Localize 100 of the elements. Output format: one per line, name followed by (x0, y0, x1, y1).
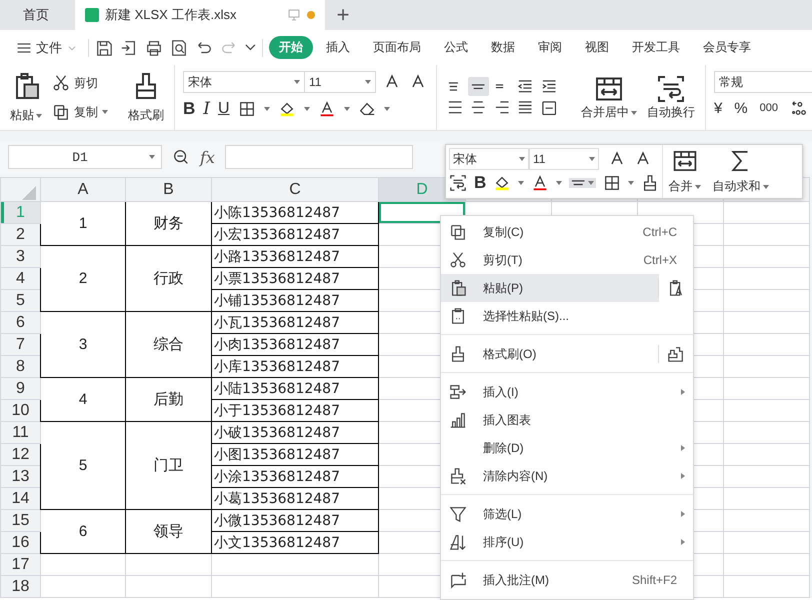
bold-button[interactable]: B (183, 99, 196, 119)
column-header[interactable]: A (78, 180, 88, 198)
align-button[interactable] (468, 77, 489, 96)
dropdown-arrow-icon (149, 155, 155, 159)
table-cell: 4 (40, 378, 126, 422)
active-cell[interactable] (378, 202, 466, 224)
number-format-field[interactable]: 常规 (714, 71, 812, 93)
eraser-icon (358, 100, 376, 118)
align-icon (518, 80, 533, 93)
font-field[interactable]: 宋体 (449, 148, 529, 170)
dropdown-arrow-icon (519, 157, 525, 161)
row-header[interactable]: 5 (0, 290, 40, 312)
align-icon (448, 82, 459, 91)
wrap-text-button[interactable]: 自动换行 (644, 72, 697, 123)
row-header[interactable]: 4 (0, 268, 40, 290)
currency-button[interactable]: ¥ (714, 100, 722, 116)
ribbon-tab[interactable]: 审阅 (528, 36, 572, 59)
row-header[interactable]: 10 (0, 400, 40, 422)
row-header[interactable]: 3 (0, 246, 40, 268)
menu-item[interactable]: 格式刷(O) (441, 340, 693, 368)
bold-button[interactable]: B (474, 173, 486, 193)
table-cell: 小陈13536812487 (212, 202, 378, 224)
row-header[interactable]: 2 (0, 224, 40, 246)
ribbon-tab[interactable]: 会员专享 (692, 36, 761, 59)
dropdown-arrow-icon (264, 107, 270, 111)
dropdown-arrow-icon (36, 114, 42, 118)
table-cell: 小葛13536812487 (212, 488, 378, 510)
row-header[interactable]: 6 (0, 312, 40, 334)
table-cell: 行政 (126, 246, 212, 312)
menu-item[interactable]: 粘贴(P) (441, 274, 659, 302)
font-size-field[interactable]: 11 (304, 71, 376, 93)
dropdown-arrow-icon (344, 107, 350, 111)
row-header[interactable]: 12 (0, 444, 40, 466)
formula-field[interactable] (224, 145, 413, 169)
ribbon-tab[interactable]: 开发工具 (622, 36, 690, 59)
table-cell: 综合 (126, 312, 212, 378)
ribbon-tab[interactable]: 页面布局 (362, 36, 431, 59)
column-header[interactable]: B (163, 180, 174, 198)
ribbon-tab[interactable]: 数据 (480, 36, 525, 59)
row-header[interactable]: 11 (0, 422, 40, 444)
row-header[interactable]: 15 (0, 510, 40, 532)
bar-chart-icon (449, 411, 467, 429)
menu-item[interactable]: 插入批注(M) Shift+F2 (441, 566, 693, 594)
format-painter-button[interactable]: 格式刷 (126, 69, 166, 126)
row-header[interactable]: 17 (0, 554, 40, 576)
italic-button[interactable]: I (203, 99, 210, 119)
wrap-text-icon (656, 74, 686, 104)
autosum-button[interactable]: 自动求和 (706, 145, 775, 198)
merge-button[interactable]: 合并 (662, 145, 707, 198)
menu-item[interactable]: 删除(D) (441, 434, 693, 462)
cut-icon (52, 74, 70, 92)
menu-item[interactable]: 插入图表 (441, 406, 693, 434)
table-cell: 小于13536812487 (212, 400, 378, 422)
document-tab[interactable]: 新建 XLSX 工作表.xlsx (75, 0, 325, 30)
filter-icon (449, 505, 467, 523)
font-color-icon (318, 100, 336, 118)
new-tab-button[interactable]: + (325, 0, 361, 30)
dropdown-arrow-icon (589, 157, 595, 161)
row-header[interactable]: 8 (0, 356, 40, 378)
row-header[interactable]: 14 (0, 488, 40, 510)
menu-item[interactable]: 清除内容(N) (441, 462, 693, 490)
ribbon-tab[interactable]: 插入 (316, 36, 360, 59)
row-header[interactable]: 7 (0, 334, 40, 356)
align-button[interactable] (569, 178, 596, 188)
dropdown-arrow-icon (304, 107, 310, 111)
paste-button[interactable]: 粘贴 (8, 69, 44, 126)
function-label[interactable]: fx (200, 148, 215, 166)
menu-item[interactable]: 选择性粘贴(S)... (441, 302, 693, 330)
column-header[interactable]: C (289, 180, 301, 198)
dropdown-arrow-icon (694, 184, 701, 188)
row-header[interactable]: 16 (0, 532, 40, 554)
menu-item[interactable]: 筛选(L) (441, 500, 693, 528)
wrap-text-icon (449, 174, 467, 192)
thousands-button[interactable]: 000 (760, 102, 778, 114)
underline-button[interactable]: U (218, 100, 230, 118)
name-box[interactable]: D1 (8, 145, 162, 169)
menu-item[interactable]: 排序(U) (441, 528, 693, 556)
ribbon-tab[interactable]: 视图 (574, 36, 619, 59)
dropdown-arrow-icon (762, 184, 769, 188)
font-field[interactable]: 宋体 (183, 71, 305, 93)
merge-center-button[interactable]: 合并居中 (578, 72, 639, 123)
menu-item[interactable]: 插入(I) (441, 378, 693, 406)
menu-item[interactable]: 复制(C) Ctrl+C (441, 218, 693, 246)
row-header[interactable]: 13 (0, 466, 40, 488)
copy-button[interactable]: 复制 (50, 102, 110, 122)
border-icon (602, 174, 621, 192)
unsaved-dot-icon (307, 11, 315, 19)
table-cell: 小铺13536812487 (212, 290, 378, 312)
file-menu[interactable]: 文件 (12, 36, 82, 58)
table-cell: 3 (40, 312, 126, 378)
row-header[interactable]: 9 (0, 378, 40, 400)
export-icon (120, 38, 138, 56)
menu-item[interactable]: 剪切(T) Ctrl+X (441, 246, 693, 274)
ribbon-tab[interactable]: 公式 (434, 36, 478, 59)
dropdown-arrow-icon (294, 80, 300, 84)
percent-button[interactable]: % (734, 100, 748, 116)
table-cell: 小破13536812487 (212, 422, 378, 444)
row-header[interactable]: 18 (0, 576, 40, 598)
font-size-field[interactable]: 11 (529, 148, 599, 170)
cut-button[interactable]: 剪切 (50, 73, 110, 93)
